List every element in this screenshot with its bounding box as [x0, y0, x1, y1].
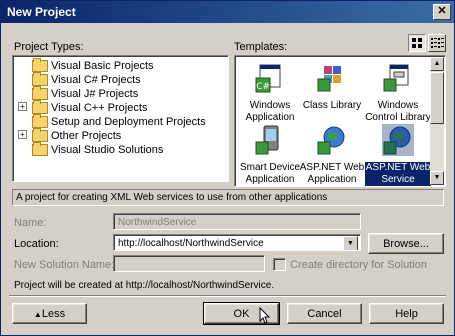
template-label: Application — [307, 174, 357, 185]
template-class-library[interactable]: Class Library — [299, 62, 365, 112]
template-label: Windows — [249, 100, 291, 111]
tree-item-label: Other Projects — [51, 130, 122, 142]
large-icons-view-button[interactable] — [408, 34, 426, 52]
browse-label: Browse... — [383, 238, 429, 250]
templates-label: Templates: — [234, 41, 288, 53]
expand-icon[interactable]: + — [18, 130, 27, 139]
template-smart-device[interactable]: Smart Device Application — [237, 124, 303, 186]
class-library-icon — [317, 66, 341, 92]
template-label: Windows — [377, 100, 419, 111]
folder-icon — [32, 128, 48, 143]
help-label: Help — [395, 308, 418, 320]
tree-item-label: Visual Studio Solutions — [51, 144, 164, 156]
templates-scrollbar[interactable]: ▲ ▼ — [430, 57, 444, 185]
template-windows-control-library[interactable]: Windows Control Library — [365, 62, 431, 124]
description-text: A project for creating XML Web services … — [16, 192, 328, 203]
new-solution-field[interactable] — [113, 255, 265, 272]
project-types-label: Project Types: — [14, 41, 84, 53]
tree-item-visual-basic[interactable]: Visual Basic Projects — [32, 58, 154, 73]
mouse-cursor-icon — [259, 307, 271, 324]
folder-icon — [32, 142, 48, 157]
template-aspnet-web-application[interactable]: ASP.NET Web Application — [299, 124, 365, 186]
help-button[interactable]: Help — [369, 303, 444, 324]
chevron-down-icon[interactable]: ▼ — [343, 236, 358, 250]
template-windows-application[interactable]: C# Windows Application — [237, 62, 303, 124]
windows-application-icon: C# — [255, 64, 281, 93]
tree-item-other-projects[interactable]: Other Projects — [32, 128, 122, 143]
folder-icon — [32, 114, 48, 129]
location-value: http://localhost/NorthwindService — [118, 238, 264, 249]
template-label: Application — [245, 174, 295, 185]
close-button[interactable]: ✕ — [433, 4, 451, 20]
new-project-dialog: New Project ✕ Project Types: Visual Basi… — [0, 0, 455, 336]
tree-item-label: Setup and Deployment Projects — [51, 116, 206, 128]
svg-text:C#: C# — [256, 82, 270, 92]
folder-icon — [32, 86, 48, 101]
tree-item-label: Visual C# Projects — [51, 74, 141, 86]
browse-button[interactable]: Browse... — [368, 233, 444, 254]
location-combo[interactable]: http://localhost/NorthwindService ▼ — [113, 234, 361, 251]
new-solution-label: New Solution Name: — [14, 259, 115, 271]
windows-control-library-icon — [383, 64, 409, 92]
tree-item-label: Visual Basic Projects — [51, 60, 154, 72]
expand-icon[interactable]: + — [18, 102, 27, 111]
name-label: Name: — [14, 217, 47, 229]
less-icon: ▲ — [33, 310, 42, 319]
template-label: Class Library — [302, 100, 362, 111]
project-types-tree[interactable]: Visual Basic Projects Visual C# Projects… — [12, 55, 229, 182]
name-field[interactable]: NorthwindService — [113, 213, 361, 230]
template-label: ASP.NET Web — [299, 162, 365, 173]
tree-item-visual-cpp[interactable]: Visual C++ Projects — [32, 100, 148, 115]
title-bar[interactable]: New Project ✕ — [1, 1, 454, 23]
scroll-down-icon[interactable]: ▼ — [430, 171, 444, 185]
template-label: Application — [245, 112, 295, 123]
scroll-thumb[interactable] — [430, 72, 444, 124]
large-icons-icon — [412, 38, 422, 48]
window-title: New Project — [7, 5, 76, 19]
tree-item-visual-csharp[interactable]: Visual C# Projects — [32, 72, 141, 87]
separator — [9, 295, 446, 297]
tree-item-visual-jsharp[interactable]: Visual J# Projects — [32, 86, 139, 101]
close-icon: ✕ — [437, 5, 447, 17]
create-directory-label: Create directory for Solution — [290, 259, 427, 271]
templates-list[interactable]: C# Windows Application Class Library Win… — [234, 55, 446, 187]
list-view-button[interactable] — [428, 34, 446, 52]
less-label: Less — [41, 308, 66, 320]
name-value: NorthwindService — [118, 217, 197, 228]
aspnet-web-service-icon — [382, 124, 414, 156]
folder-icon — [32, 100, 48, 115]
folder-icon — [32, 72, 48, 87]
scroll-up-icon[interactable]: ▲ — [430, 57, 444, 71]
tree-item-setup-deployment[interactable]: Setup and Deployment Projects — [32, 114, 206, 129]
tree-item-vs-solutions[interactable]: Visual Studio Solutions — [32, 142, 164, 157]
template-description: A project for creating XML Web services … — [12, 189, 444, 206]
template-label: Service — [365, 174, 431, 186]
list-icon — [431, 38, 444, 48]
ok-label: OK — [233, 308, 250, 320]
tree-item-label: Visual C++ Projects — [51, 102, 148, 114]
project-location-info: Project will be created at http://localh… — [14, 280, 275, 291]
template-label: Control Library — [365, 112, 431, 123]
location-label: Location: — [14, 238, 59, 250]
template-aspnet-web-service[interactable]: ASP.NET Web Service — [365, 124, 431, 186]
tree-item-label: Visual J# Projects — [51, 88, 139, 100]
cancel-label: Cancel — [307, 308, 342, 320]
less-button[interactable]: ▲Less — [12, 303, 87, 324]
folder-icon — [32, 58, 48, 73]
cancel-button[interactable]: Cancel — [287, 303, 362, 324]
template-label: ASP.NET Web — [365, 162, 431, 174]
create-directory-checkbox[interactable] — [273, 258, 286, 271]
aspnet-web-app-icon — [317, 126, 345, 155]
smart-device-icon — [255, 125, 279, 155]
template-label: Smart Device — [239, 162, 300, 173]
